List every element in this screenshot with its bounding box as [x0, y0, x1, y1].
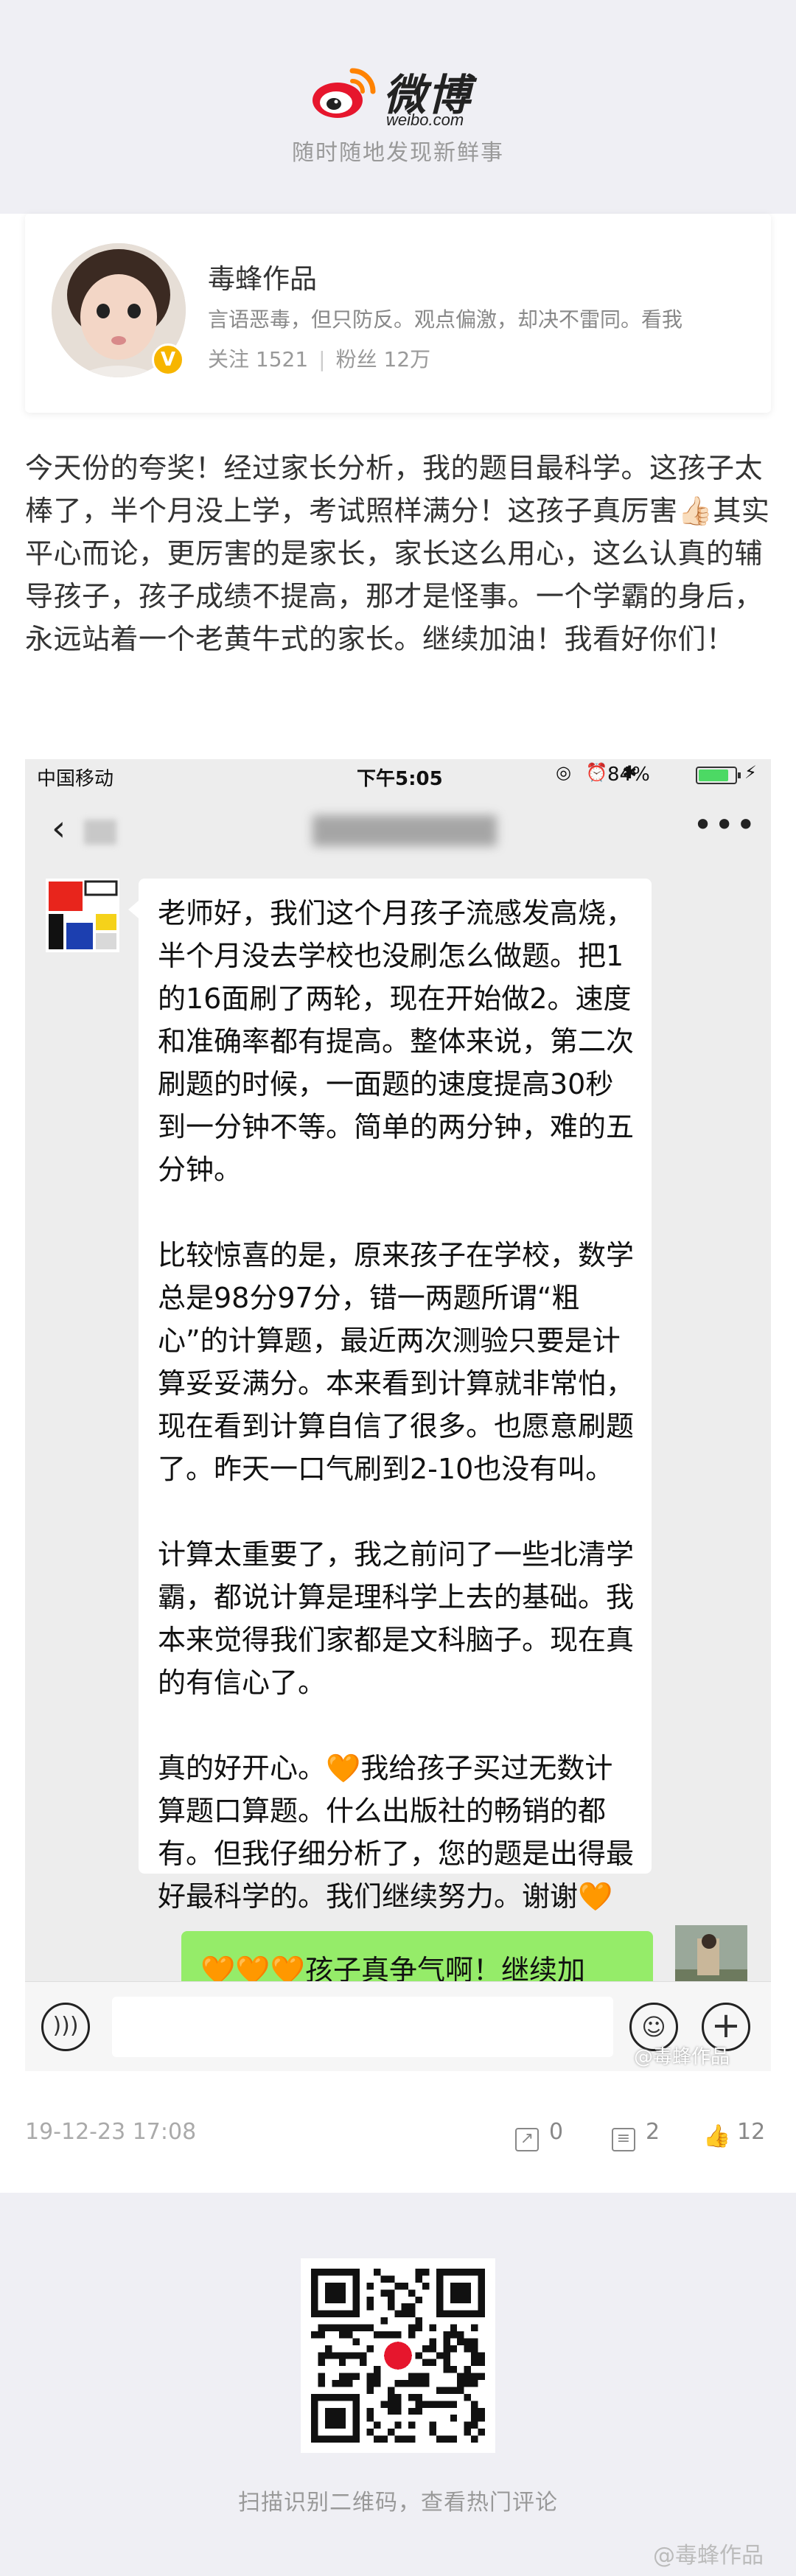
chat-navbar: ‹ ••• [25, 790, 771, 871]
thumbs-up-icon: 👍 [703, 2123, 731, 2149]
repost-action[interactable]: ↗ 0 [515, 2119, 563, 2151]
battery-label: 84% [607, 764, 650, 786]
like-count: 12 [737, 2119, 766, 2145]
embedded-screenshot: 中国移动 下午5:05 ◎ ⏰ ✱ 84% ⚡ ‹ ••• 老师好，我们这个月孩… [25, 759, 771, 2071]
carrier-label: 中国移动 [37, 768, 114, 790]
verified-badge-icon: V [152, 343, 184, 376]
message-paragraph: 比较惊喜的是，原来孩子在学校，数学总是98分97分，错一两题所谓“粗心”的计算题… [158, 1239, 635, 1485]
profile-stats: 关注 1521 | 粉丝 12万 [208, 347, 431, 371]
message-paragraph: 真的好开心。🧡我给孩子买过无数计算题口算题。什么出版社的畅销的都有。但我仔细分析… [158, 1752, 635, 1913]
voice-icon[interactable]: ))) [41, 2003, 90, 2051]
followers-count[interactable]: 粉丝 12万 [336, 347, 431, 371]
post-meta: 19-12-23 17:08 ↗ 0 ≡ 2 👍 12 [25, 2119, 771, 2163]
qr-code[interactable] [301, 2258, 495, 2453]
message-paragraph: 老师好，我们这个月孩子流感发高烧，半个月没去学校也没刷怎么做题。把1的16面刷了… [158, 897, 635, 1186]
sender-avatar-image [46, 879, 119, 952]
more-icon[interactable]: ••• [693, 805, 757, 845]
profile-card[interactable]: V 毒蜂作品 言语恶毒，但只防反。观点偏激，却决不雷同。看我 关注 1521 | 粉… [25, 214, 771, 413]
brand-header: 微博 weibo.com 随时随地发现新鲜事 [0, 0, 796, 214]
post-text: 今天份的夸奖！经过家长分析，我的题目最科学。这孩子太棒了，半个月没上学，考试照样… [25, 452, 770, 655]
weibo-logo: 微博 weibo.com [310, 57, 501, 131]
received-message-bubble[interactable]: 老师好，我们这个月孩子流感发高烧，半个月没去学校也没刷怎么做题。把1的16面刷了… [128, 879, 652, 1913]
charging-icon: ⚡ [744, 762, 757, 783]
qr-caption: 扫描识别二维码，查看热门评论 [238, 2490, 558, 2516]
weibo-logo-icon [313, 68, 376, 118]
blurred-contact-name [313, 815, 497, 846]
back-icon[interactable]: ‹ [52, 811, 66, 846]
footer-watermark: @毒蜂作品 [653, 2543, 764, 2569]
qr-code-image [311, 2269, 485, 2443]
like-action[interactable]: 👍 12 [703, 2119, 765, 2151]
status-time: 下午5:05 [357, 768, 443, 790]
comment-icon: ≡ [612, 2128, 635, 2151]
battery-icon [696, 767, 741, 784]
profile-name[interactable]: 毒蜂作品 [208, 256, 317, 296]
sender-avatar [46, 879, 119, 952]
comment-action[interactable]: ≡ 2 [612, 2119, 660, 2151]
logo-domain: weibo.com [386, 111, 464, 129]
message-text: 老师好，我们这个月孩子流感发高烧，半个月没去学校也没刷怎么做题。把1的16面刷了… [158, 892, 637, 1961]
following-count[interactable]: 关注 1521 [208, 347, 308, 371]
message-paragraph: 计算太重要了，我之前问了一些北清学霸，都说计算是理科学上去的基础。我本来觉得我们… [158, 1538, 635, 1699]
repost-count: 0 [549, 2119, 564, 2145]
tagline: 随时随地发现新鲜事 [292, 140, 504, 166]
repost-icon: ↗ [515, 2128, 539, 2151]
profile-description: 言语恶毒，但只防反。观点偏激，却决不雷同。看我 [208, 307, 683, 332]
message-input[interactable] [112, 1997, 613, 2057]
screenshot-watermark: @毒蜂作品 [634, 2046, 730, 2068]
phone-status-bar: 中国移动 下午5:05 ◎ ⏰ ✱ 84% ⚡ [25, 759, 771, 790]
comment-count: 2 [646, 2119, 660, 2145]
post-date: 19-12-23 17:08 [25, 2119, 197, 2145]
post-card: V 毒蜂作品 言语恶毒，但只防反。观点偏激，却决不雷同。看我 关注 1521 | 粉… [0, 214, 796, 2193]
blurred-count [84, 820, 116, 845]
